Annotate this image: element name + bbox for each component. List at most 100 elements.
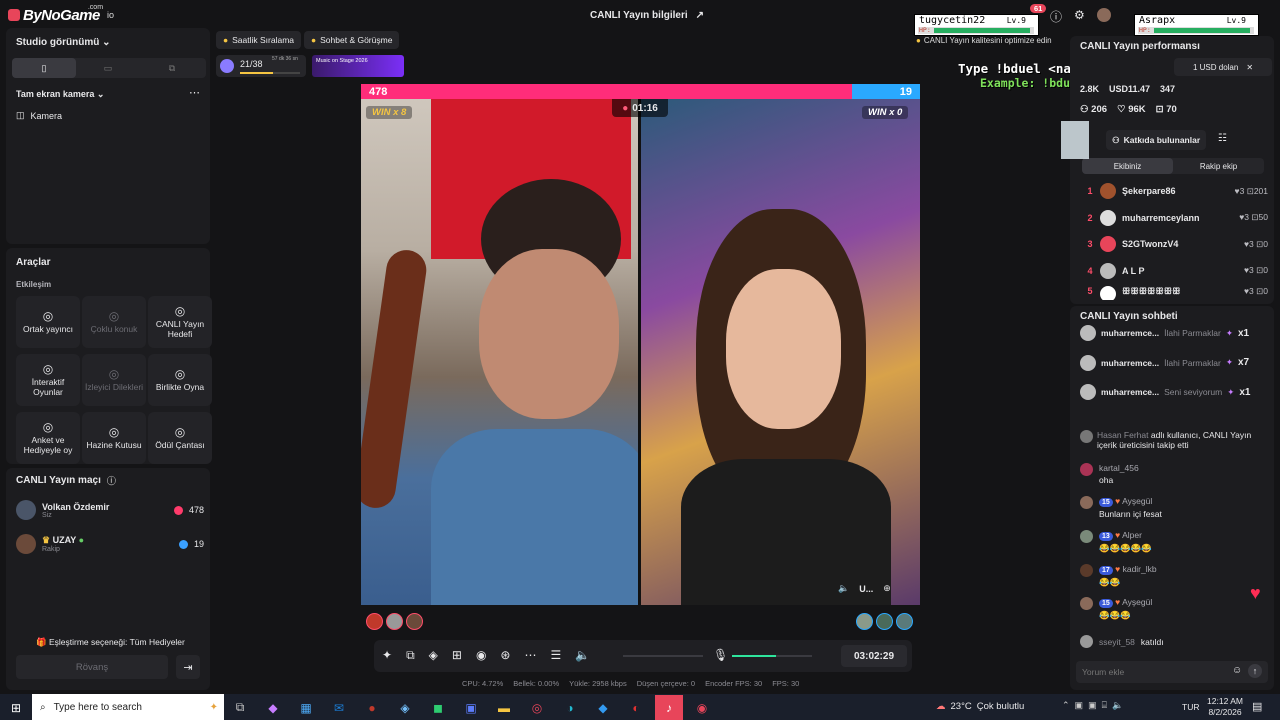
portrait-layout-button[interactable]: ▯ [12, 58, 76, 78]
join-user[interactable]: sseyit_58 [1099, 637, 1135, 647]
store-icon[interactable]: ▦ [292, 695, 320, 720]
camera-flip-icon[interactable]: ⊛ [500, 648, 510, 663]
tool-chest[interactable]: ◎ Hazine Kutusu [82, 412, 146, 464]
app-dark-icon[interactable]: ▣ [457, 695, 485, 720]
app-sky-icon[interactable]: ◆ [589, 695, 617, 720]
avatar[interactable] [896, 613, 913, 630]
folder-icon[interactable]: ▬ [490, 695, 518, 720]
notifications-icon[interactable]: ▤ [1252, 700, 1262, 713]
settings-gear-icon[interactable]: ⚙ [1074, 8, 1085, 25]
speaker-icon[interactable]: 🔈 [1112, 700, 1123, 711]
studio-icon[interactable]: ◉ [688, 695, 716, 720]
app-green-icon[interactable]: ◼ [424, 695, 452, 720]
add-icon[interactable]: ⊕ [883, 583, 891, 594]
dual-layout-button[interactable]: ⧉ [140, 58, 204, 78]
comment-user[interactable]: Ayşegül [1122, 496, 1152, 506]
close-icon[interactable]: ✕ [1246, 63, 1253, 72]
progress-card[interactable]: 21/38 57 dk 36 sn [216, 55, 306, 77]
tab-hourly-ranking[interactable]: ● Saatlik Sıralama [216, 31, 302, 49]
rematch-button[interactable]: Rövanş [16, 655, 168, 679]
start-button[interactable]: ⊞ [2, 695, 30, 720]
tool-link[interactable]: ◎ Ortak yayıncı [16, 296, 80, 348]
tray-icon[interactable]: ⌃ [1062, 700, 1070, 711]
app-crimson-icon[interactable]: ◐ [622, 695, 650, 720]
tool-poll[interactable]: ◎ Anket ve Hediyeyle oy [16, 412, 80, 464]
contributors-button[interactable]: ⚇ Katkıda bulunanlar [1106, 130, 1207, 150]
copilot-icon[interactable]: ◆ [259, 695, 287, 720]
landscape-layout-button[interactable]: ▭ [76, 58, 140, 78]
camera-source[interactable]: ◫ Kamera [16, 110, 62, 121]
avatar[interactable] [366, 613, 383, 630]
ranking-row[interactable]: 3 S2GTwonzV4 ♥3 ⊡0 [1080, 233, 1268, 255]
stream-info-title[interactable]: CANLI Yayın bilgileri ↗ [590, 10, 704, 21]
event-banner[interactable]: Music on Stage 2026 [312, 55, 404, 77]
volume-slider[interactable] [623, 655, 703, 657]
app-blue-icon[interactable]: ◈ [391, 695, 419, 720]
info-icon[interactable]: ⓘ [107, 474, 116, 487]
record-icon[interactable]: ◉ [476, 648, 486, 663]
avatar[interactable] [406, 613, 423, 630]
speaker-icon[interactable]: 🔈 [838, 583, 849, 594]
clock[interactable]: 12:12 AM 8/2/2026 [1205, 696, 1245, 718]
avatar[interactable] [386, 613, 403, 630]
tray-icon[interactable]: ▣ [1075, 700, 1084, 711]
gift-user[interactable]: muharremce... [1101, 387, 1159, 397]
comment-user[interactable]: Alper [1122, 530, 1142, 540]
emoji-icon[interactable]: ☺ [1232, 665, 1242, 676]
send-icon[interactable]: ↑ [1248, 664, 1262, 678]
tool-joystick[interactable]: ◎ Birlikte Oyna [148, 354, 212, 406]
exit-match-button[interactable]: ⇥ [176, 655, 200, 679]
tool-gamepad[interactable]: ◎ İnteraktif Oyunlar [16, 354, 80, 406]
app-red-icon[interactable]: ● [358, 695, 386, 720]
filters-icon[interactable]: ⧉ [406, 648, 415, 663]
weather-widget[interactable]: ☁ 23°C Çok bulutlu [936, 701, 1024, 712]
ranking-row[interactable]: 5 ꕥꕥꕥꕥꕥꕥꕥ ♥3 ⊡0 [1080, 286, 1268, 300]
follow-user[interactable]: Hasan Ferhat [1097, 430, 1149, 440]
comment-input[interactable] [1082, 664, 1222, 680]
ranking-row[interactable]: 4A L P ♥3 ⊡0 [1080, 260, 1268, 282]
help-icon[interactable]: ⓘ [1050, 8, 1062, 25]
enhance-icon[interactable]: ◈ [429, 648, 438, 663]
avatar[interactable] [856, 613, 873, 630]
avatar[interactable] [876, 613, 893, 630]
studio-view-dropdown[interactable]: Studio görünümü ⌄ [16, 37, 111, 48]
ranking-row[interactable]: 1 Şekerpare86 ♥3 ⊡201 [1080, 180, 1268, 202]
tray-icon[interactable]: ▣ [1088, 700, 1097, 711]
effects-wand-icon[interactable]: ✦ [382, 648, 392, 663]
outlook-icon[interactable]: ✉ [325, 695, 353, 720]
gift-user[interactable]: muharremce... [1101, 328, 1159, 338]
more-options-icon[interactable]: ⋯ [189, 86, 200, 99]
match-option[interactable]: 🎁 Eşleştirme seçeneği: Tüm Hediyeler [36, 637, 185, 648]
avatar[interactable] [1096, 8, 1111, 22]
quality-tip[interactable]: ● CANLI Yayın kalitesini optimize edin [916, 36, 1052, 45]
list-icon[interactable]: ☷ [1218, 133, 1227, 144]
more-icon[interactable]: ⋯ [524, 648, 536, 663]
mixer-icon[interactable]: ☰ [550, 648, 561, 663]
comment-user[interactable]: kartal_456 [1099, 463, 1139, 473]
share-icon[interactable]: ↗ [696, 10, 704, 21]
gift-user[interactable]: muharremce... [1101, 358, 1159, 368]
task-view-icon[interactable]: ⧉ [226, 695, 254, 720]
edge-icon[interactable]: ◑ [556, 695, 584, 720]
comment-user[interactable]: kadir_lkb [1123, 564, 1157, 574]
chrome-icon[interactable]: ◎ [523, 695, 551, 720]
mic-level-slider[interactable] [732, 655, 812, 657]
tiktok-icon[interactable]: ♪ [655, 695, 683, 720]
tab-chat-call[interactable]: ● Sohbet & Görüşme [304, 31, 400, 49]
tool-wish[interactable]: ◎ İzleyici Dilekleri [82, 354, 146, 406]
taskbar-search[interactable]: ⌕ Type here to search ✦ [32, 694, 224, 720]
network-icon[interactable]: ⌸ [1102, 700, 1107, 711]
add-source-icon[interactable]: ⊞ [452, 648, 462, 663]
tab-opponent-team[interactable]: Rakip ekip [1173, 158, 1264, 174]
tool-guests[interactable]: ◎ Çoklu konuk [82, 296, 146, 348]
tab-your-team[interactable]: Ekibiniz [1082, 158, 1173, 174]
notification-badge[interactable]: 61 [1030, 4, 1047, 13]
ranking-row[interactable]: 2 muharremceylann ♥3 ⊡50 [1080, 207, 1268, 229]
tool-target[interactable]: ◎ CANLI Yayın Hedefi [148, 296, 212, 348]
microphone-icon[interactable]: 🎙 [713, 648, 728, 662]
camera-section-header[interactable]: Tam ekran kamera ⌄ [16, 89, 104, 100]
tool-bag[interactable]: ◎ Ödül Çantası [148, 412, 212, 464]
language-indicator[interactable]: TUR [1182, 702, 1199, 712]
comment-user[interactable]: Ayşegül [1122, 597, 1152, 607]
usd-chip[interactable]: 1 USD dolan ✕ [1174, 58, 1272, 76]
